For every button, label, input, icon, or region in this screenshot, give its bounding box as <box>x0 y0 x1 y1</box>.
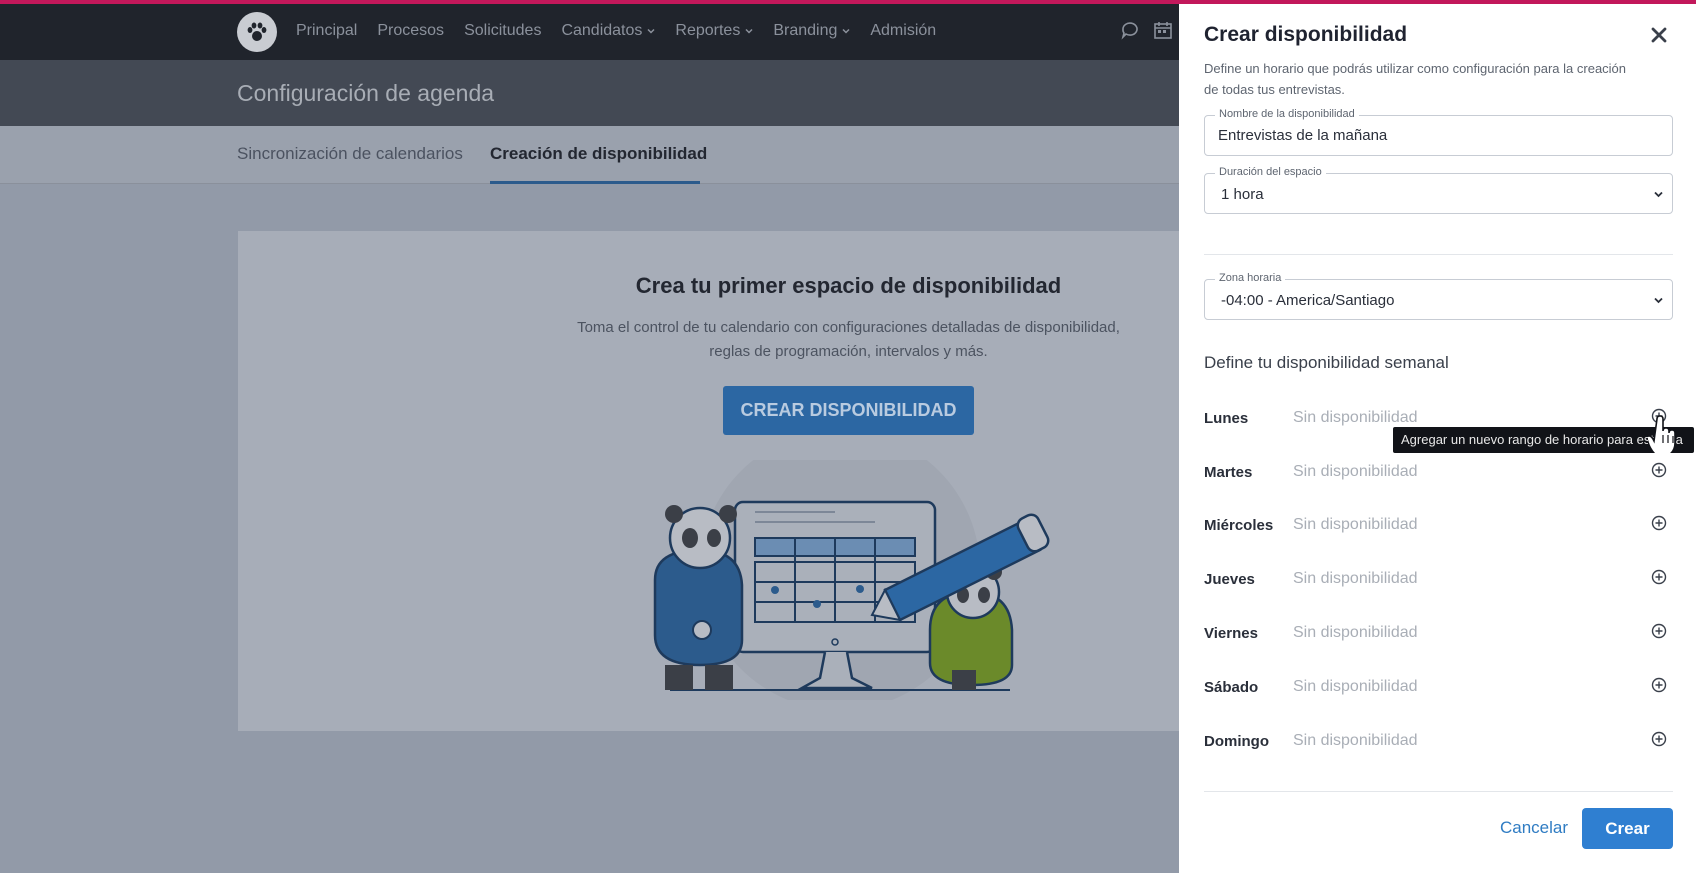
tab-calendar-sync[interactable]: Sincronización de calendarios <box>237 144 463 164</box>
availability-name-label: Nombre de la disponibilidad <box>1215 108 1359 120</box>
chevron-down-icon <box>842 28 850 34</box>
close-icon[interactable] <box>1648 24 1670 46</box>
nav-item-label: Candidatos <box>561 22 643 39</box>
add-time-range-button[interactable] <box>1651 569 1667 585</box>
active-tab-indicator <box>490 181 700 184</box>
nav-item-label: Branding <box>773 22 838 39</box>
plus-circle-icon <box>1651 623 1667 639</box>
hand-cursor-icon <box>1648 415 1676 453</box>
availability-name-field[interactable]: Nombre de la disponibilidad Entrevistas … <box>1204 108 1673 156</box>
day-status: Sin disponibilidad <box>1293 570 1418 587</box>
day-status: Sin disponibilidad <box>1293 678 1418 695</box>
plus-circle-icon <box>1651 731 1667 747</box>
nav-item-candidatos[interactable]: Candidatos <box>561 22 655 40</box>
day-name: Sábado <box>1204 679 1259 696</box>
chevron-down-icon <box>647 28 655 34</box>
plus-circle-icon <box>1651 462 1667 478</box>
day-row-domingo: Domingo Sin disponibilidad <box>1204 729 1673 755</box>
add-time-range-button[interactable] <box>1651 462 1667 478</box>
chevron-down-icon <box>745 28 753 34</box>
nav-item-label: Solicitudes <box>464 22 542 39</box>
nav-item-label: Admisión <box>870 22 937 39</box>
main-nav: Principal Procesos Solicitudes Candidatos Re… <box>296 0 956 62</box>
add-time-range-button[interactable] <box>1651 677 1667 693</box>
nav-item-reportes[interactable]: Reportes <box>675 22 753 40</box>
nav-item-label: Procesos <box>377 22 445 39</box>
nav-item-label: Reportes <box>675 22 741 39</box>
divider <box>1204 254 1673 255</box>
weekly-availability-heading: Define tu disponibilidad semanal <box>1204 353 1449 372</box>
day-row-miercoles: Miércoles Sin disponibilidad <box>1204 513 1673 539</box>
day-row-jueves: Jueves Sin disponibilidad <box>1204 567 1673 593</box>
slot-duration-select[interactable]: Duración del espacio 1 hora <box>1204 166 1673 214</box>
slot-duration-label: Duración del espacio <box>1215 166 1326 178</box>
create-button[interactable]: Crear <box>1582 808 1673 849</box>
nav-item-principal[interactable]: Principal <box>296 22 357 40</box>
timezone-value[interactable]: -04:00 - America/Santiago <box>1221 292 1394 309</box>
create-availability-button[interactable]: CREAR DISPONIBILIDAD <box>723 386 974 435</box>
chevron-down-icon <box>1654 297 1663 304</box>
day-status: Sin disponibilidad <box>1293 624 1418 641</box>
cancel-button[interactable]: Cancelar <box>1486 813 1582 843</box>
drawer-description: Define un horario que podrás utilizar co… <box>1204 61 1627 97</box>
day-row-viernes: Viernes Sin disponibilidad <box>1204 621 1673 647</box>
day-status: Sin disponibilidad <box>1293 463 1418 480</box>
nav-item-solicitudes[interactable]: Solicitudes <box>464 22 541 40</box>
day-name: Viernes <box>1204 625 1258 642</box>
day-status: Sin disponibilidad <box>1293 409 1418 426</box>
calendar-icon[interactable] <box>1153 20 1173 40</box>
availability-name-value[interactable]: Entrevistas de la mañana <box>1218 127 1387 144</box>
timezone-select[interactable]: Zona horaria -04:00 - America/Santiago <box>1204 272 1673 320</box>
accent-bar <box>0 0 1696 4</box>
add-time-range-button[interactable] <box>1651 623 1667 639</box>
plus-circle-icon <box>1651 677 1667 693</box>
day-name: Jueves <box>1204 571 1255 588</box>
nav-item-label: Principal <box>296 22 358 39</box>
day-name: Miércoles <box>1204 517 1274 534</box>
add-time-range-button[interactable] <box>1651 731 1667 747</box>
day-row-sabado: Sábado Sin disponibilidad <box>1204 675 1673 701</box>
day-status: Sin disponibilidad <box>1293 516 1418 533</box>
divider <box>1204 791 1673 792</box>
add-time-range-button[interactable] <box>1651 515 1667 531</box>
tab-availability-creation[interactable]: Creación de disponibilidad <box>490 144 707 164</box>
nav-item-admision[interactable]: Admisión <box>870 22 936 40</box>
slot-duration-value[interactable]: 1 hora <box>1221 186 1264 203</box>
nav-item-branding[interactable]: Branding <box>773 22 850 40</box>
day-row-martes: Martes Sin disponibilidad <box>1204 460 1673 486</box>
page-title: Configuración de agenda <box>237 80 495 106</box>
chat-icon[interactable] <box>1120 20 1140 40</box>
day-name: Martes <box>1204 464 1253 481</box>
pandas-calendar-illustration <box>653 460 1050 700</box>
paw-logo-icon[interactable] <box>237 12 277 52</box>
timezone-label: Zona horaria <box>1215 272 1286 284</box>
plus-circle-icon <box>1651 569 1667 585</box>
nav-item-procesos[interactable]: Procesos <box>377 22 444 40</box>
day-status: Sin disponibilidad <box>1293 732 1418 749</box>
day-name: Domingo <box>1204 733 1269 750</box>
plus-circle-icon <box>1651 515 1667 531</box>
day-name: Lunes <box>1204 410 1249 427</box>
drawer-title: Crear disponibilidad <box>1204 23 1408 46</box>
chevron-down-icon <box>1654 191 1663 198</box>
